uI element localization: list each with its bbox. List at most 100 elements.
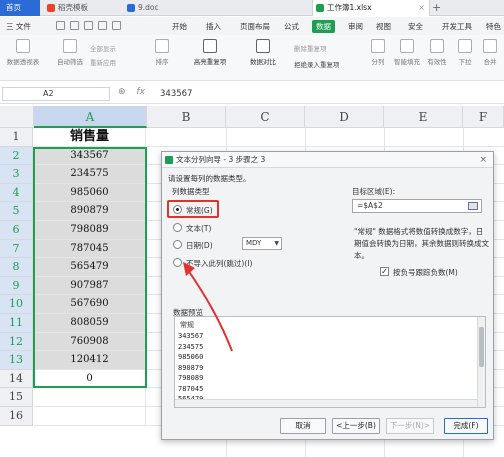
menu-developer[interactable]: 开发工具 — [442, 20, 472, 33]
formula-value[interactable]: 343567 — [160, 87, 192, 101]
menu-insert[interactable]: 插入 — [206, 20, 221, 33]
cell-a15[interactable] — [34, 388, 146, 407]
row-header[interactable]: 7 — [0, 239, 33, 259]
cell-a10[interactable]: 567690 — [34, 295, 146, 314]
radio-date[interactable] — [173, 240, 182, 249]
undo-icon[interactable] — [98, 21, 107, 30]
smart-fill-button[interactable]: 智能填充 — [392, 39, 422, 66]
cell-a3[interactable]: 234575 — [34, 165, 146, 184]
preview-icon[interactable] — [84, 21, 93, 30]
tab-doc[interactable]: 9.doc — [124, 0, 244, 16]
cell-a12[interactable]: 760908 — [34, 332, 146, 352]
data-compare-button[interactable]: 数据对比 — [244, 39, 282, 66]
range-select-icon[interactable] — [468, 202, 478, 210]
menu-review[interactable]: 审阅 — [348, 20, 363, 33]
auto-filter-button[interactable]: 自动筛选 — [54, 39, 86, 66]
row-header[interactable]: 6 — [0, 221, 33, 240]
menu-page-layout[interactable]: 页面布局 — [240, 20, 270, 33]
remove-duplicates-button[interactable]: 删除重复项 — [294, 43, 327, 53]
target-area-input[interactable]: =$A$2 — [352, 199, 482, 213]
row-header[interactable]: 5 — [0, 202, 33, 221]
column-header-e[interactable]: E — [384, 106, 463, 128]
back-button[interactable]: <上一步(B) — [332, 418, 380, 434]
cell-a11[interactable]: 808059 — [34, 314, 146, 333]
cell-a1[interactable]: 销售量 — [34, 128, 146, 147]
tab-close-icon[interactable]: × — [418, 0, 425, 16]
cancel-button[interactable]: 取消 — [280, 418, 326, 434]
reject-duplicates-button[interactable]: 拒绝录入重复项 — [294, 59, 340, 69]
menu-start[interactable]: 开始 — [172, 20, 187, 33]
print-icon[interactable] — [70, 21, 79, 30]
cell-a13[interactable]: 120412 — [34, 351, 146, 370]
row-header[interactable]: 12 — [0, 332, 33, 352]
date-format-select[interactable]: MDY ▼ — [242, 237, 282, 250]
menu-formulas[interactable]: 公式 — [284, 20, 299, 33]
close-icon[interactable]: × — [479, 152, 487, 168]
column-header-b[interactable]: B — [147, 106, 226, 128]
next-button[interactable]: 下一步(N)> — [386, 418, 434, 434]
pivot-table-button[interactable]: 数据透视表 — [4, 39, 42, 66]
name-box[interactable]: A2 — [2, 87, 110, 101]
negative-sign-checkbox[interactable]: ✓ — [380, 267, 389, 276]
cell-a7[interactable]: 787045 — [34, 239, 146, 259]
radio-text[interactable] — [173, 223, 182, 232]
row-header[interactable]: 2 — [0, 146, 33, 166]
file-menu[interactable]: 三 文件 — [6, 20, 31, 33]
scroll-thumb[interactable] — [479, 327, 484, 367]
cell-a2[interactable]: 343567 — [34, 146, 146, 166]
row-header[interactable]: 14 — [0, 369, 33, 389]
row-header[interactable]: 13 — [0, 351, 33, 370]
zoom-icon[interactable]: ⊕ — [118, 87, 126, 97]
cell-a9[interactable]: 907987 — [34, 276, 146, 296]
radio-skip[interactable] — [173, 258, 182, 267]
negative-sign-label[interactable]: 按负号跟踪负数(M) — [393, 267, 458, 278]
new-tab-plus-icon[interactable]: + — [432, 0, 441, 16]
column-header-f[interactable]: F — [463, 106, 504, 128]
row-header[interactable]: 11 — [0, 314, 33, 333]
radio-skip-label[interactable]: 不导入此列(跳过)(I) — [186, 258, 252, 269]
cell-a8[interactable]: 565479 — [34, 258, 146, 277]
validation-button[interactable]: 有效性 — [424, 39, 450, 66]
row-header[interactable]: 16 — [0, 407, 33, 426]
finish-button[interactable]: 完成(F) — [444, 418, 488, 434]
cell-a16[interactable] — [34, 407, 146, 426]
column-header-d[interactable]: D — [305, 106, 384, 128]
row-header[interactable]: 9 — [0, 276, 33, 296]
row-header[interactable]: 3 — [0, 165, 33, 184]
gridline — [146, 145, 504, 147]
row-header[interactable]: 1 — [0, 128, 33, 147]
highlight-duplicates-button[interactable]: 高亮重复项 — [188, 39, 232, 66]
split-column-button[interactable]: 分列 — [368, 39, 388, 66]
fx-icon[interactable]: fx — [136, 87, 145, 97]
cell-a14[interactable]: 0 — [34, 369, 146, 389]
radio-text-label[interactable]: 文本(T) — [186, 223, 211, 234]
row-header[interactable]: 8 — [0, 258, 33, 277]
dropdown-button[interactable]: 下拉 — [454, 39, 476, 66]
menu-security[interactable]: 安全 — [408, 20, 423, 33]
row-header[interactable]: 4 — [0, 183, 33, 203]
row-header[interactable]: 10 — [0, 295, 33, 314]
row-header[interactable]: 15 — [0, 388, 33, 407]
menu-view[interactable]: 视图 — [376, 20, 391, 33]
cell-a4[interactable]: 985060 — [34, 183, 146, 203]
reapply-button[interactable]: 重新应用 — [90, 57, 116, 67]
merge-button[interactable]: 合并 — [478, 39, 502, 66]
data-preview[interactable]: 常规 3435672345759850608908797980897870455… — [174, 316, 486, 408]
column-header-a[interactable]: A — [34, 106, 147, 128]
sort-button[interactable]: 排序 — [150, 39, 174, 66]
preview-vertical-scrollbar[interactable] — [477, 317, 485, 407]
menu-data[interactable]: 数据 — [312, 20, 335, 33]
tab-home[interactable]: 首页 — [0, 0, 40, 16]
cell-a6[interactable]: 798089 — [34, 221, 146, 240]
cell-a5[interactable]: 890879 — [34, 202, 146, 221]
select-all-corner[interactable] — [0, 106, 34, 128]
radio-date-label[interactable]: 日期(D) — [186, 240, 213, 251]
menu-special[interactable]: 特色 — [486, 20, 501, 33]
column-header-c[interactable]: C — [226, 106, 305, 128]
tab-workbook[interactable]: 工作簿1.xlsx × — [312, 0, 430, 16]
show-all-button[interactable]: 全部显示 — [90, 43, 116, 53]
redo-icon[interactable] — [112, 21, 121, 30]
preview-horizontal-scrollbar[interactable] — [175, 399, 477, 407]
save-icon[interactable] — [56, 21, 65, 30]
tab-docer-templates[interactable]: 稻壳模板 — [44, 0, 116, 16]
